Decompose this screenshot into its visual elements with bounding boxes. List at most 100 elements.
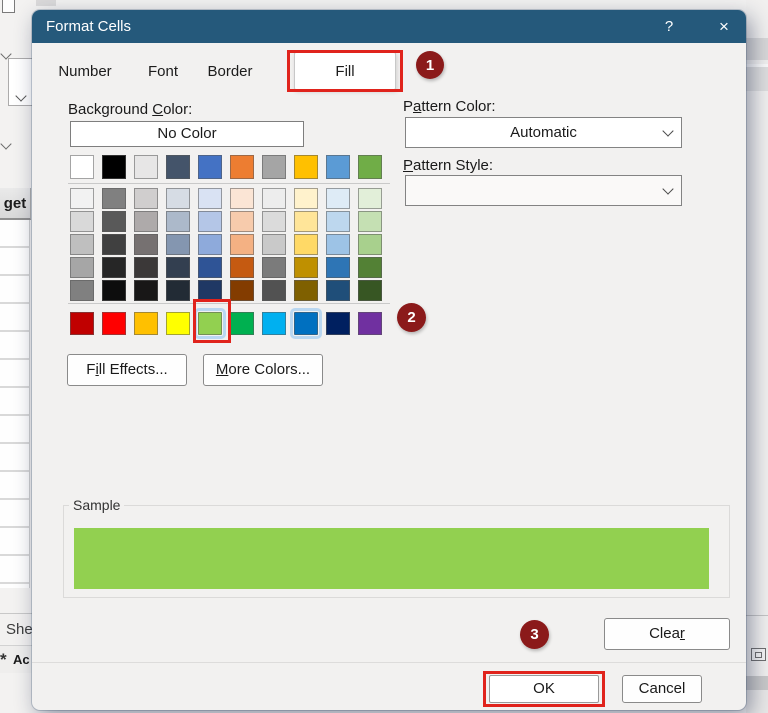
color-swatch[interactable] [230,155,254,179]
color-swatch[interactable] [262,211,286,232]
color-swatch[interactable] [102,312,126,335]
color-swatch[interactable] [102,188,126,209]
palette-divider [68,303,390,304]
color-swatch[interactable] [70,280,94,301]
color-swatch[interactable] [230,312,254,335]
color-swatch[interactable] [198,155,222,179]
color-swatch[interactable] [70,211,94,232]
color-swatch[interactable] [198,188,222,209]
color-swatch[interactable] [262,280,286,301]
dropdown-fragment [8,58,34,106]
color-swatch[interactable] [294,188,318,209]
color-swatch[interactable] [166,188,190,209]
color-swatch[interactable] [230,211,254,232]
color-swatch[interactable] [102,155,126,179]
tint-color-row [70,188,382,209]
tab-border[interactable]: Border [196,55,264,89]
color-swatch[interactable] [358,257,382,278]
chevron-down-icon[interactable] [655,176,681,205]
close-button[interactable]: × [713,10,735,43]
palette-divider [68,183,390,184]
color-swatch[interactable] [70,257,94,278]
color-swatch[interactable] [230,257,254,278]
color-swatch[interactable] [326,257,350,278]
color-swatch[interactable] [358,188,382,209]
color-swatch[interactable] [102,234,126,255]
color-swatch[interactable] [326,234,350,255]
color-swatch[interactable] [102,280,126,301]
color-swatch[interactable] [166,211,190,232]
color-swatch[interactable] [326,188,350,209]
color-swatch[interactable] [166,155,190,179]
pattern-style-dropdown[interactable] [405,175,682,206]
color-swatch[interactable] [358,280,382,301]
dialog-titlebar[interactable]: Format Cells ? × [32,10,746,43]
pattern-color-value: Automatic [406,118,681,147]
color-swatch[interactable] [198,280,222,301]
color-swatch[interactable] [134,312,158,335]
more-colors-button[interactable]: More Colors... [203,354,323,386]
color-swatch[interactable] [166,312,190,335]
theme-color-row [70,155,382,179]
cancel-button[interactable]: Cancel [622,675,702,703]
sheet-tab[interactable]: She [0,613,33,644]
color-swatch[interactable] [262,188,286,209]
color-swatch[interactable] [166,280,190,301]
color-swatch[interactable] [358,155,382,179]
color-swatch[interactable] [70,188,94,209]
color-swatch[interactable] [358,234,382,255]
color-swatch[interactable] [262,155,286,179]
sample-label: Sample [69,497,124,513]
color-swatch[interactable] [70,155,94,179]
help-button[interactable]: ? [658,10,680,43]
color-swatch[interactable] [326,280,350,301]
color-swatch[interactable] [198,234,222,255]
color-swatch[interactable] [294,312,318,335]
excel-background-left: get She Ac [0,0,33,713]
color-swatch[interactable] [134,280,158,301]
tab-fill[interactable]: Fill [294,52,396,90]
color-swatch[interactable] [262,234,286,255]
worksheet-cells [0,220,30,588]
color-swatch[interactable] [134,155,158,179]
background-color-label: Background Color: [68,101,192,118]
color-swatch[interactable] [102,257,126,278]
color-swatch[interactable] [134,257,158,278]
color-swatch[interactable] [326,155,350,179]
color-swatch[interactable] [294,280,318,301]
color-swatch[interactable] [294,257,318,278]
annotation-step-2: 2 [397,303,426,332]
color-swatch[interactable] [198,211,222,232]
color-swatch[interactable] [134,234,158,255]
color-swatch[interactable] [294,234,318,255]
chevron-down-icon[interactable] [655,118,681,147]
tab-font[interactable]: Font [132,55,194,89]
color-swatch[interactable] [358,211,382,232]
color-swatch[interactable] [358,312,382,335]
color-swatch[interactable] [134,188,158,209]
tab-number[interactable]: Number [52,55,118,89]
color-swatch[interactable] [198,257,222,278]
ok-button[interactable]: OK [489,675,599,703]
color-swatch[interactable] [102,211,126,232]
no-color-button[interactable]: No Color [70,121,304,147]
color-swatch[interactable] [134,211,158,232]
color-swatch[interactable] [166,234,190,255]
color-swatch[interactable] [166,257,190,278]
fill-effects-button[interactable]: Fill Effects... [67,354,187,386]
color-swatch[interactable] [230,280,254,301]
color-swatch[interactable] [70,234,94,255]
annotation-step-1: 1 [416,51,444,79]
color-swatch[interactable] [326,312,350,335]
pattern-color-dropdown[interactable]: Automatic [405,117,682,148]
color-swatch[interactable] [294,211,318,232]
color-swatch[interactable] [230,234,254,255]
color-swatch[interactable] [294,155,318,179]
color-swatch[interactable] [262,257,286,278]
color-swatch[interactable] [70,312,94,335]
color-swatch[interactable] [230,188,254,209]
clear-button[interactable]: Clear [604,618,730,650]
color-swatch[interactable] [326,211,350,232]
color-swatch[interactable] [262,312,286,335]
color-swatch[interactable] [198,312,222,335]
